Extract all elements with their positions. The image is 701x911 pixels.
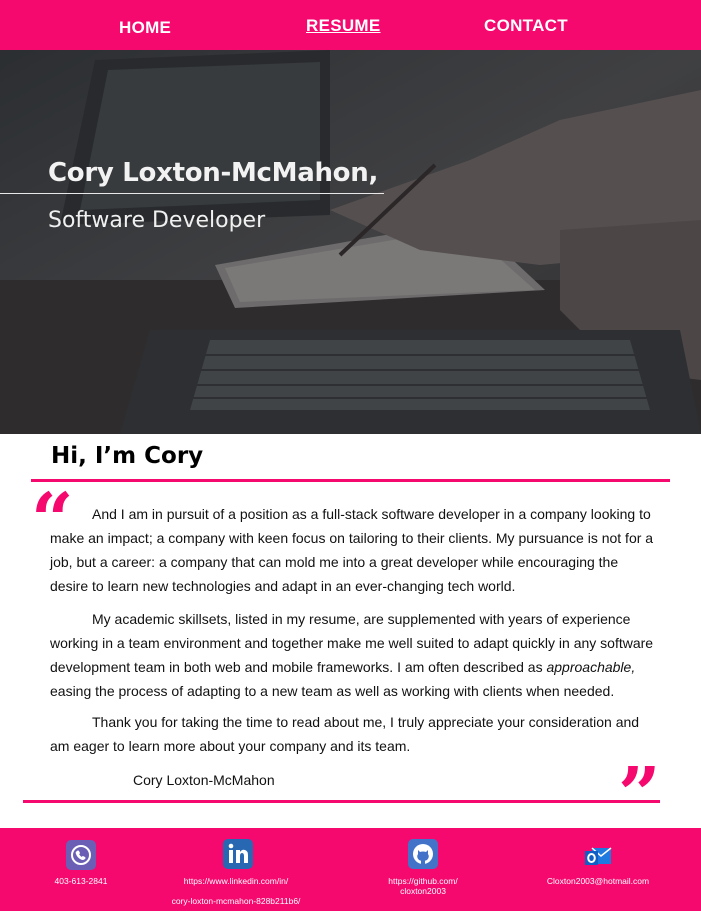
nav-home-link[interactable]: HOME bbox=[119, 18, 171, 38]
hero-name: Cory Loxton-McMahon, bbox=[48, 158, 379, 188]
about-paragraph-2-text-b: easing the process of adapting to a new … bbox=[50, 683, 615, 699]
about-paragraph-2-emphasis: approachable, bbox=[546, 659, 636, 675]
contact-footer: 403-613-2841 https://www.linkedin.com/in… bbox=[0, 828, 701, 911]
about-bottom-divider bbox=[23, 800, 660, 803]
phone-number[interactable]: 403-613-2841 bbox=[40, 876, 122, 887]
signature: Cory Loxton-McMahon bbox=[133, 772, 275, 788]
nav-contact-link[interactable]: CONTACT bbox=[484, 16, 568, 36]
about-top-divider bbox=[31, 479, 670, 482]
nav-resume-link[interactable]: RESUME bbox=[306, 16, 381, 36]
linkedin-icon[interactable] bbox=[223, 839, 253, 869]
close-quote-icon: ” bbox=[618, 752, 661, 838]
about-paragraph-1: And I am in pursuit of a position as a f… bbox=[50, 506, 654, 594]
github-icon[interactable] bbox=[408, 839, 438, 869]
hero-job-title: Software Developer bbox=[48, 208, 266, 233]
hero-background-image bbox=[0, 50, 701, 434]
top-nav: HOME RESUME CONTACT bbox=[0, 0, 701, 50]
linkedin-link-line-2[interactable]: cory-loxton-mcmahon-828b211b6/ bbox=[150, 896, 322, 907]
github-link-line-2[interactable]: cloxton2003 bbox=[366, 886, 480, 897]
about-paragraph-2: My academic skillsets, listed in my resu… bbox=[50, 607, 660, 703]
phone-icon[interactable] bbox=[66, 840, 96, 870]
about-paragraph-3: Thank you for taking the time to read ab… bbox=[50, 714, 640, 754]
linkedin-link-line-1[interactable]: https://www.linkedin.com/in/ bbox=[160, 876, 312, 887]
email-address[interactable]: Cloxton2003@hotmail.com bbox=[530, 876, 666, 887]
about-heading: Hi, I’m Cory bbox=[51, 443, 204, 469]
outlook-icon[interactable] bbox=[583, 842, 613, 872]
hero-divider bbox=[0, 193, 384, 194]
hero-banner: Cory Loxton-McMahon, Software Developer bbox=[0, 50, 701, 434]
